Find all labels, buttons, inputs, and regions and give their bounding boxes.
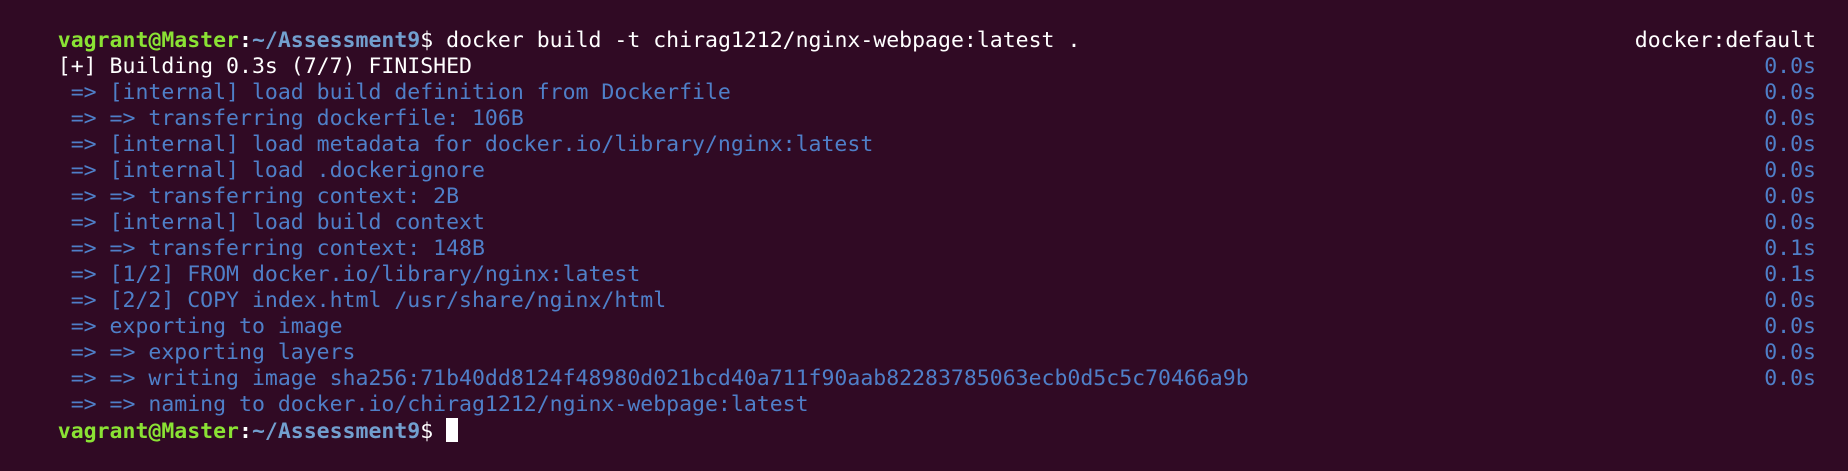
step-time: 0.0s <box>1764 184 1816 209</box>
step-time: 0.0s <box>1764 366 1816 391</box>
build-step: => exporting to image 0.0s <box>6 288 1816 339</box>
build-step: => [internal] load metadata for docker.i… <box>6 106 1816 157</box>
step-time: 0.0s <box>1764 132 1816 157</box>
step-time: 0.0s <box>1764 158 1816 183</box>
prompt-user-host: vagrant@Master <box>57 419 239 444</box>
prompt-path: ~/Assessment9 <box>251 419 421 444</box>
build-step: => [internal] load build context 0.0s <box>6 184 1816 235</box>
build-step: => => writing image sha256:71b40dd8124f4… <box>6 340 1816 391</box>
step-time: 0.0s <box>1764 80 1816 105</box>
active-prompt-line[interactable]: vagrant@Master:~/Assessment9$ <box>6 392 1816 444</box>
build-status-line: [+] Building 0.3s (7/7) FINISHED docker:… <box>6 28 1816 79</box>
command-line: vagrant@Master:~/Assessment9$ docker bui… <box>6 2 1816 53</box>
build-step: => => naming to docker.io/chirag1212/ngi… <box>6 366 1816 417</box>
build-step: => [internal] load build definition from… <box>6 54 1816 105</box>
step-time: 0.0s <box>1764 288 1816 313</box>
builder-name: docker:default <box>1634 28 1816 53</box>
step-time: 0.0s <box>1764 340 1816 365</box>
build-step: => => exporting layers 0.0s <box>6 314 1816 365</box>
step-time: 0.0s <box>1764 106 1816 131</box>
terminal-window[interactable]: vagrant@Master:~/Assessment9$ docker bui… <box>0 0 1848 444</box>
build-step: => => transferring context: 148B 0.0s <box>6 210 1816 261</box>
build-step: => [internal] load .dockerignore 0.0s <box>6 132 1816 183</box>
text-cursor[interactable] <box>446 418 459 442</box>
build-step: => [2/2] COPY index.html /usr/share/ngin… <box>6 262 1816 313</box>
step-time: 0.0s <box>1764 210 1816 235</box>
step-time: 0.1s <box>1764 236 1816 261</box>
step-time: 0.0s <box>1764 314 1816 339</box>
prompt-dollar: $ <box>420 419 447 444</box>
prompt-separator: : <box>239 419 252 444</box>
build-step: => [1/2] FROM docker.io/library/nginx:la… <box>6 236 1816 287</box>
build-step: => => transferring dockerfile: 106B 0.0s <box>6 80 1816 131</box>
build-step: => => transferring context: 2B 0.0s <box>6 158 1816 209</box>
step-time: 0.0s <box>1764 54 1816 79</box>
step-time: 0.1s <box>1764 262 1816 287</box>
